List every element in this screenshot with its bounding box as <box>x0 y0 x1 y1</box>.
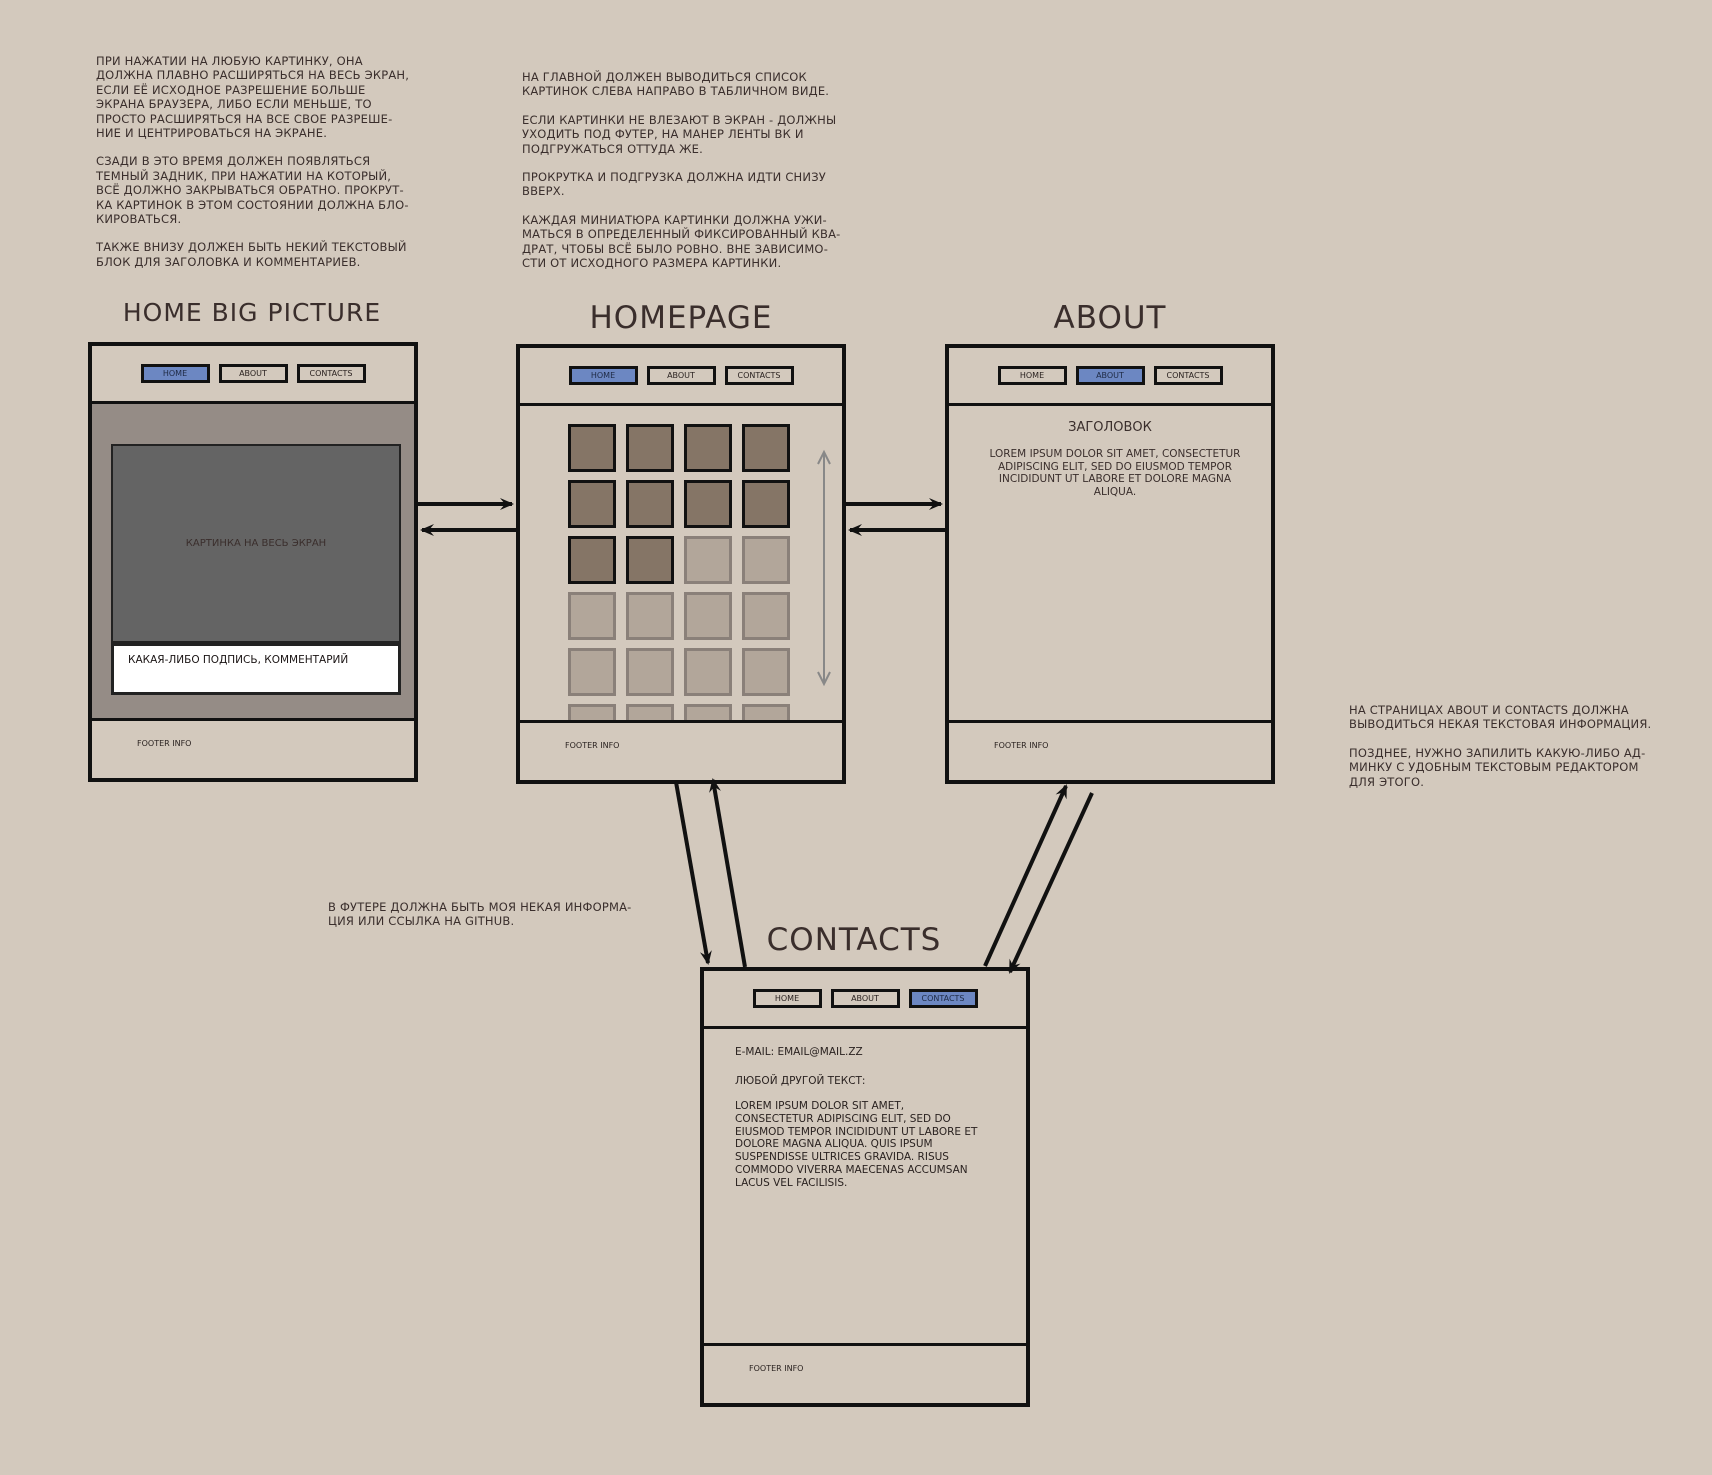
thumbnail[interactable] <box>684 536 732 584</box>
nav-contacts-button[interactable]: Contacts <box>908 989 978 1008</box>
nav-about-button[interactable]: About <box>646 366 716 385</box>
title-contacts: CONTACTS <box>766 922 942 958</box>
frame-homepage: Home About Contacts Footer info <box>516 344 846 784</box>
contacts-content: E-mail: email@mail.zz Любой другой текст… <box>704 1029 1026 1343</box>
note-paragraph: Прокрутка и подгрузка должна идти снизу … <box>522 170 826 199</box>
nav-home-button[interactable]: Home <box>752 989 822 1008</box>
about-body-text: Lorem ipsum dolor sit amet, consectetur … <box>989 448 1241 498</box>
thumbnail[interactable] <box>742 480 790 528</box>
note-homepage: На главной должен выводиться список карт… <box>522 70 882 270</box>
thumbnail[interactable] <box>568 480 616 528</box>
about-heading: Заголовок <box>1068 420 1152 435</box>
contact-email: E-mail: email@mail.zz <box>735 1046 863 1058</box>
thumbnail[interactable] <box>626 704 674 720</box>
nav-about-button[interactable]: About <box>218 364 288 383</box>
note-paragraph: На страницах About и Contacts должна выв… <box>1349 703 1652 732</box>
title-homepage: HOMEPAGE <box>589 300 773 336</box>
footer-info: Footer info <box>565 741 620 750</box>
contact-body-text: Lorem ipsum dolor sit amet, consectetur … <box>735 1100 978 1189</box>
note-footer: В футере должна быть моя некая информа- … <box>328 900 668 929</box>
thumbnail-grid <box>520 406 842 720</box>
thumbnail[interactable] <box>626 536 674 584</box>
note-paragraph: При нажатии на любую картинку, она должн… <box>96 54 410 141</box>
note-paragraph: Каждая миниатюра картинки должна ужи- ма… <box>522 212 841 271</box>
thumbnail[interactable] <box>568 536 616 584</box>
nav-contacts-button[interactable]: Contacts <box>724 366 794 385</box>
nav-about-button[interactable]: About <box>1075 366 1145 385</box>
thumbnail[interactable] <box>568 424 616 472</box>
thumbnail[interactable] <box>568 592 616 640</box>
note-about-contacts: На страницах About и Contacts должна выв… <box>1349 703 1694 789</box>
nav-contacts-button[interactable]: Contacts <box>296 364 366 383</box>
frame-home-big-picture: Home About Contacts Картинка на весь экр… <box>88 342 418 782</box>
thumbnail[interactable] <box>568 704 616 720</box>
thumbnail[interactable] <box>626 648 674 696</box>
nav-bar: Home About Contacts <box>520 348 842 406</box>
frame-contacts: Home About Contacts E-mail: email@mail.z… <box>700 967 1030 1407</box>
thumbnail[interactable] <box>684 592 732 640</box>
big-picture-content: Картинка на весь экран Какая-либо подпис… <box>92 404 414 718</box>
image-caption: Какая-либо подпись, комментарий <box>111 643 401 695</box>
title-about: ABOUT <box>1053 300 1167 336</box>
note-paragraph: Также внизу должен быть некий текстовый … <box>96 240 407 269</box>
title-big-picture: HOME BIG PICTURE <box>122 298 382 327</box>
nav-bar: Home About Contacts <box>704 971 1026 1029</box>
thumbnail[interactable] <box>626 424 674 472</box>
thumbnail[interactable] <box>684 424 732 472</box>
footer: Footer info <box>949 720 1271 780</box>
note-paragraph: Сзади в это время должен появляться темн… <box>96 154 409 227</box>
footer: Footer info <box>704 1343 1026 1403</box>
arrow-about-to-contacts <box>1008 792 1094 974</box>
thumbnail[interactable] <box>626 592 674 640</box>
thumbnail[interactable] <box>742 592 790 640</box>
thumbnail[interactable] <box>742 536 790 584</box>
scroll-indicator-icon <box>817 449 831 687</box>
thumbnail[interactable] <box>742 424 790 472</box>
note-paragraph: Позднее, нужно запилить какую-либо ад- м… <box>1349 745 1646 789</box>
fullscreen-image: Картинка на весь экран <box>111 444 401 643</box>
nav-contacts-button[interactable]: Contacts <box>1153 366 1223 385</box>
about-content: Заголовок Lorem ipsum dolor sit amet, co… <box>949 406 1271 720</box>
note-big-picture: При нажатии на любую картинку, она должн… <box>96 54 436 269</box>
thumbnail[interactable] <box>742 704 790 720</box>
nav-about-button[interactable]: About <box>830 989 900 1008</box>
note-paragraph: В футере должна быть моя некая информа- … <box>328 900 632 929</box>
footer-info: Footer info <box>749 1364 804 1373</box>
nav-bar: Home About Contacts <box>949 348 1271 406</box>
nav-bar: Home About Contacts <box>92 346 414 404</box>
thumbnail[interactable] <box>684 648 732 696</box>
nav-home-button[interactable]: Home <box>140 364 210 383</box>
thumbnail[interactable] <box>626 480 674 528</box>
frame-about: Home About Contacts Заголовок Lorem ipsu… <box>945 344 1275 784</box>
note-paragraph: Если картинки не влезают в экран - должн… <box>522 112 837 156</box>
footer-info: Footer info <box>994 741 1049 750</box>
thumbnail[interactable] <box>568 648 616 696</box>
footer: Footer info <box>520 720 842 780</box>
thumbnail[interactable] <box>684 480 732 528</box>
footer-info: Footer info <box>137 739 192 748</box>
image-label: Картинка на весь экран <box>185 538 327 549</box>
thumbnail[interactable] <box>684 704 732 720</box>
thumbnail[interactable] <box>742 648 790 696</box>
footer: Footer info <box>92 718 414 778</box>
note-paragraph: На главной должен выводиться список карт… <box>522 70 830 99</box>
contact-other-label: Любой другой текст: <box>735 1075 866 1087</box>
nav-home-button[interactable]: Home <box>568 366 638 385</box>
nav-home-button[interactable]: Home <box>997 366 1067 385</box>
